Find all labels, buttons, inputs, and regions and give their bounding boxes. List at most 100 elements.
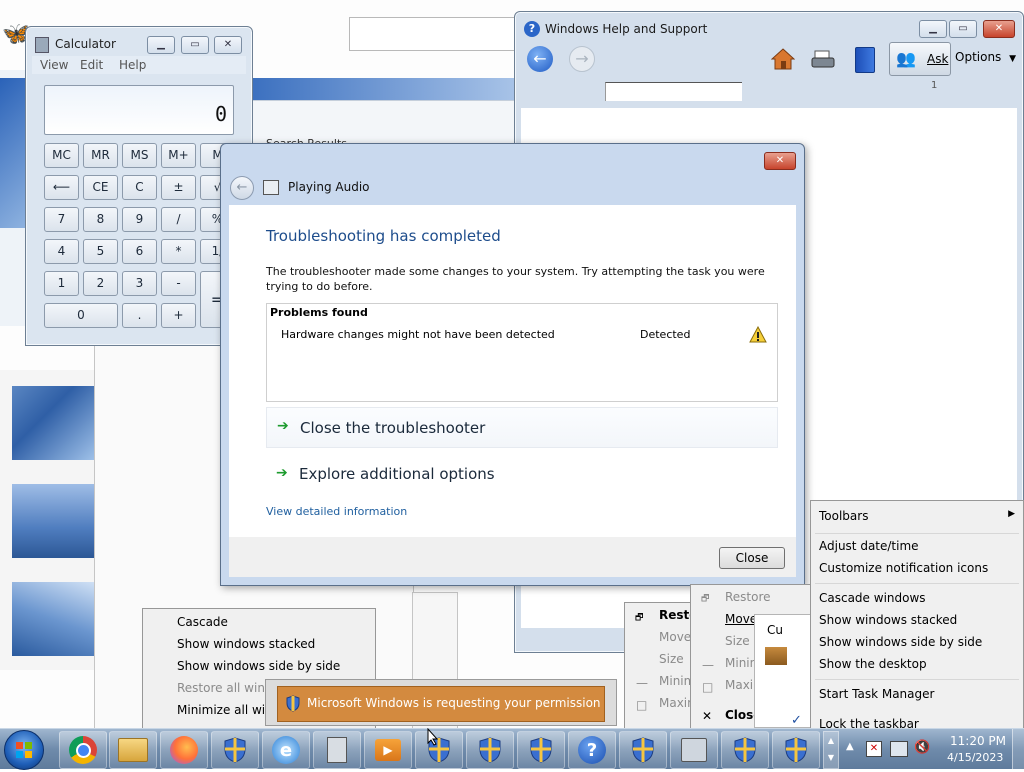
calc-button-negate[interactable]: ± [161,175,196,200]
calc-button-ce[interactable]: CE [83,175,118,200]
clock-date[interactable]: 4/15/2023 [947,751,1003,764]
calc-button-1[interactable]: 1 [44,271,79,296]
close-button[interactable]: ✕ [983,20,1015,38]
calc-button-decimal[interactable]: . [122,303,157,328]
printer-icon[interactable] [811,50,835,70]
menu-item-show-the-desktop[interactable]: Show the desktop [811,653,1023,675]
menu-item-show-windows-stacked[interactable]: Show windows stacked [811,609,1023,631]
taskbar-uac-6[interactable] [721,731,769,769]
calc-button-9[interactable]: 9 [122,207,157,232]
taskbar-ie[interactable]: e [262,731,310,769]
calc-button-5[interactable]: 5 [83,239,118,264]
options-menu-button[interactable]: Options ▼ [955,50,1016,64]
calc-minimize-button[interactable]: ▁ [147,36,175,54]
taskbar-media-player[interactable]: ▶ [364,731,412,769]
calc-menu-help[interactable]: Help [119,58,146,72]
taskbar-firefox[interactable] [160,731,208,769]
calc-button-0[interactable]: 0 [44,303,118,328]
background-image-strip-2 [248,78,518,100]
troubleshooter-close-button[interactable]: Close [719,547,785,569]
taskbar-uac-1[interactable] [211,731,259,769]
calc-button-subtract[interactable]: - [161,271,196,296]
browse-help-icon[interactable] [855,47,875,73]
menu-item-cascade-windows[interactable]: Cascade windows [811,587,1023,609]
taskbar-uac-4[interactable] [517,731,565,769]
calc-menu-view[interactable]: View [40,58,68,72]
taskbar-chrome[interactable] [59,731,107,769]
clock-time[interactable]: 11:20 PM [950,734,1006,748]
taskbar-troubleshooter[interactable] [670,731,718,769]
menu-item-cascade[interactable]: Cascade [143,611,375,633]
calc-button-4[interactable]: 4 [44,239,79,264]
ask-button[interactable]: 👥 Ask [889,42,951,76]
minimize-icon: — [702,658,714,672]
calc-button-2[interactable]: 2 [83,271,118,296]
show-hidden-icons-button[interactable]: ▲ [846,741,854,752]
calc-button-c[interactable]: C [122,175,157,200]
calc-button-add[interactable]: + [161,303,196,328]
network-icon[interactable] [890,741,908,757]
thumbnail-image-3[interactable] [12,582,94,656]
search-input[interactable] [349,17,521,51]
calc-button-8[interactable]: 8 [83,207,118,232]
thumbnail-image-2[interactable] [12,484,94,558]
calc-maximize-button[interactable]: ▭ [181,36,209,54]
view-detailed-information-link[interactable]: View detailed information [266,505,407,518]
calc-button-multiply[interactable]: * [161,239,196,264]
close-troubleshooter-option[interactable]: ➔ Close the troubleshooter [266,407,778,448]
calc-button-divide[interactable]: / [161,207,196,232]
problem-text: Hardware changes might not have been det… [281,328,555,341]
menu-item-adjust-date-time[interactable]: Adjust date/time [811,535,1023,557]
help-search-box[interactable] [605,82,742,101]
menu-item-show-windows-stacked[interactable]: Show windows stacked [143,633,375,655]
calc-button-backspace[interactable]: ⟵ [44,175,79,200]
menu-separator [815,583,1019,584]
action-center-icon[interactable]: ✕ [866,741,882,757]
taskbar-scroll-buttons[interactable]: ▲ ▼ [823,731,839,769]
calc-button-mplus[interactable]: M+ [161,143,196,168]
maximize-button[interactable]: ▭ [949,20,977,38]
calc-button-ms[interactable]: MS [122,143,157,168]
calc-button-6[interactable]: 6 [122,239,157,264]
menu-item-customize-notification-icons[interactable]: Customize notification icons [811,557,1023,579]
menu-item-show-windows-side-by-side[interactable]: Show windows side by side [143,655,375,677]
chrome-icon [69,736,97,764]
explore-options-option[interactable]: ➔ Explore additional options [266,455,776,494]
calc-menu-edit[interactable]: Edit [80,58,103,72]
taskbar-uac-3[interactable] [466,731,514,769]
thumbnail-image-1[interactable] [12,386,94,460]
taskbar-uac-2[interactable] [415,731,463,769]
menu-a-size[interactable]: Size [659,652,684,666]
volume-icon[interactable]: 🔇 [914,740,930,755]
menu-b-size[interactable]: Size [725,634,750,648]
home-icon[interactable] [770,48,796,70]
firefox-icon [170,736,198,764]
taskbar-help[interactable]: ? [568,731,616,769]
start-button[interactable] [4,730,44,770]
menu-b-move[interactable]: Move [725,612,757,626]
forward-arrow-icon[interactable]: → [569,46,595,72]
calc-button-mc[interactable]: MC [44,143,79,168]
taskbar-explorer[interactable] [109,731,157,769]
menu-item-start-task-manager[interactable]: Start Task Manager [811,683,1023,705]
menu-item-show-windows-side-by-side[interactable]: Show windows side by side [811,631,1023,653]
uac-banner[interactable]: Microsoft Windows is requesting your per… [277,686,605,722]
calc-close-button[interactable]: ✕ [214,36,242,54]
taskbar-calculator[interactable] [313,731,361,769]
minimize-button[interactable]: ▁ [919,20,947,38]
menu-b-restore[interactable]: Restore [725,590,771,604]
problems-found-header: Problems found [270,306,368,319]
uac-notification[interactable]: Microsoft Windows is requesting your per… [265,679,617,726]
problem-row[interactable]: Hardware changes might not have been det… [267,324,777,346]
troubleshooter-close-icon[interactable]: ✕ [764,152,796,170]
calc-button-3[interactable]: 3 [122,271,157,296]
calc-button-mr[interactable]: MR [83,143,118,168]
calc-button-7[interactable]: 7 [44,207,79,232]
show-desktop-button[interactable] [1012,729,1024,769]
taskbar-uac-5[interactable] [619,731,667,769]
taskbar-uac-7[interactable] [772,731,820,769]
menu-item-toolbars[interactable]: Toolbars [811,505,1023,527]
menu-a-move[interactable]: Move [659,630,691,644]
back-arrow-icon[interactable]: ← [527,46,553,72]
troubleshooter-back-icon[interactable]: ← [230,176,254,200]
